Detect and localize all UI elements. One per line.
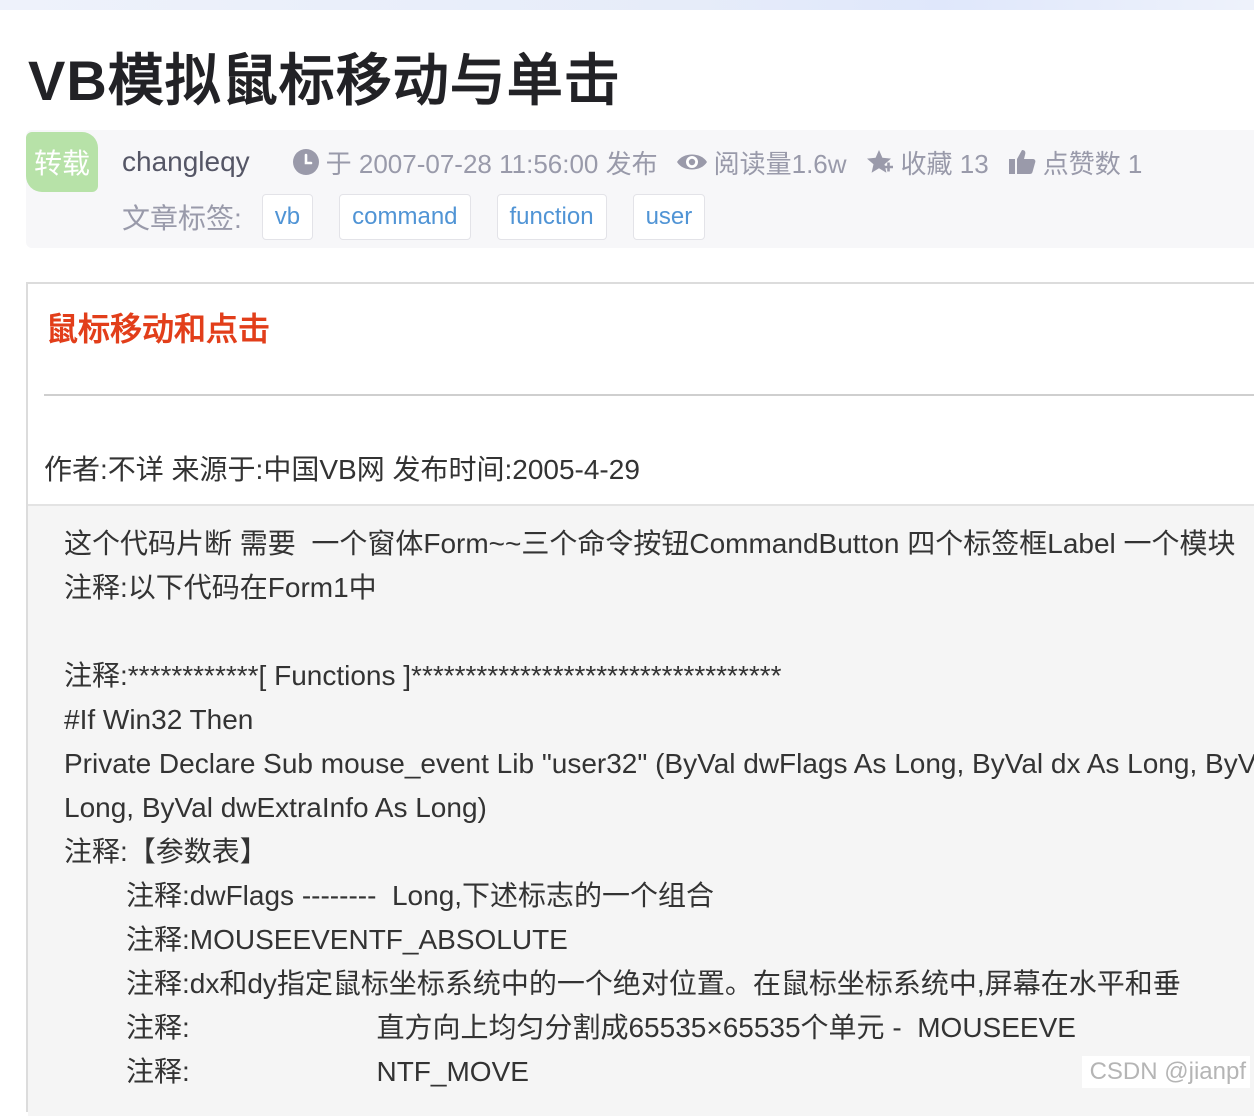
favorite-button[interactable]: 收藏 13	[865, 144, 989, 181]
eye-icon	[676, 154, 707, 170]
article-byline: 作者:不详 来源于:中国VB网 发布时间:2005-4-29	[44, 454, 640, 485]
code-line: 注释: 直方向上均匀分割成65535×65535个单元 - MOUSEEVE	[126, 1012, 1076, 1043]
tags-row: 文章标签: vb command function user	[122, 194, 731, 240]
article-content: 鼠标移动和点击 作者:不详 来源于:中国VB网 发布时间:2005-4-29 这…	[26, 282, 1254, 1116]
code-line: Private Declare Sub mouse_event Lib "use…	[64, 748, 1254, 779]
code-line: 注释:dwFlags -------- Long,下述标志的一个组合	[126, 880, 715, 911]
article-title: VB模拟鼠标移动与单击	[28, 49, 621, 112]
code-line: 注释:************[ Functions ]************…	[64, 660, 782, 691]
article-info-box: 转载 changleqy 于 2007-07-28 11:56:00 发布 阅读…	[26, 130, 1254, 248]
tag-command[interactable]: command	[339, 194, 471, 240]
code-line: #If Win32 Then	[64, 704, 254, 735]
code-line: 注释:【参数表】	[64, 836, 268, 867]
code-block: 这个代码片断 需要 一个窗体Form~~三个命令按钮CommandButton …	[28, 504, 1254, 1116]
publish-time: 于 2007-07-28 11:56:00 发布	[292, 144, 658, 181]
like-count: 点赞数 1	[1042, 148, 1143, 179]
csdn-watermark: CSDN @jianpf	[1081, 1056, 1250, 1088]
tags-label: 文章标签:	[122, 203, 242, 234]
divider	[44, 394, 1254, 396]
author-link[interactable]: changleqy	[122, 146, 250, 178]
meta-row: changleqy 于 2007-07-28 11:56:00 发布 阅读量1.…	[122, 142, 1160, 182]
code-line: 注释:MOUSEEVENTF_ABSOLUTE	[126, 924, 568, 955]
tag-vb[interactable]: vb	[261, 194, 314, 240]
publish-time-text: 于 2007-07-28 11:56:00 发布	[325, 148, 658, 179]
view-count: 阅读量1.6w	[676, 144, 847, 181]
code-line: 注释:以下代码在Form1中	[64, 572, 377, 603]
code-line: 注释: NTF_MOVE	[126, 1056, 529, 1087]
thumbs-up-icon	[1008, 150, 1036, 174]
code-line: 这个代码片断 需要 一个窗体Form~~三个命令按钮CommandButton …	[64, 528, 1236, 559]
code-lines: 这个代码片断 需要 一个窗体Form~~三个命令按钮CommandButton …	[64, 522, 1254, 1094]
repost-badge: 转载	[26, 132, 98, 192]
code-line: 注释:dx和dy指定鼠标坐标系统中的一个绝对位置。在鼠标坐标系统中,屏幕在水平和…	[126, 968, 1181, 999]
favorite-count: 收藏 13	[900, 148, 989, 179]
view-count-text: 阅读量1.6w	[713, 148, 847, 179]
code-line: Long, ByVal dwExtraInfo As Long)	[64, 792, 487, 823]
clock-icon	[292, 149, 319, 175]
tag-function[interactable]: function	[496, 194, 607, 240]
section-heading: 鼠标移动和点击	[46, 311, 271, 347]
like-button[interactable]: 点赞数 1	[1007, 144, 1143, 181]
star-icon	[866, 150, 893, 173]
tag-user[interactable]: user	[632, 194, 706, 240]
top-banner-strip	[0, 0, 1254, 10]
